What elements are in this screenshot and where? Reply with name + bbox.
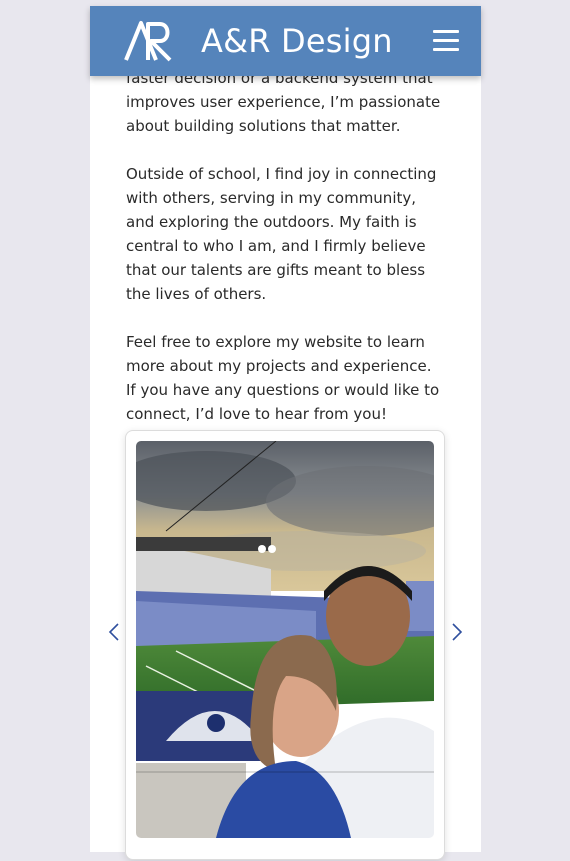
menu-icon[interactable] bbox=[433, 28, 459, 54]
chevron-right-icon[interactable] bbox=[450, 622, 464, 642]
about-paragraph-1: faster decision or a backend system that… bbox=[126, 69, 441, 135]
about-paragraph-3: Feel free to explore my website to learn… bbox=[126, 333, 440, 423]
carousel-photo bbox=[136, 441, 434, 838]
photo-carousel bbox=[125, 430, 445, 860]
about-content: faster decision or a backend system that… bbox=[90, 66, 481, 450]
chevron-left-icon[interactable] bbox=[107, 622, 121, 642]
photo-stadium-selfie-icon bbox=[136, 441, 434, 838]
about-paragraph-2: Outside of school, I find joy in connect… bbox=[126, 165, 437, 303]
brand-title[interactable]: A&R Design bbox=[201, 22, 393, 60]
logo-icon[interactable] bbox=[124, 20, 176, 62]
site-header: A&R Design bbox=[90, 6, 481, 76]
